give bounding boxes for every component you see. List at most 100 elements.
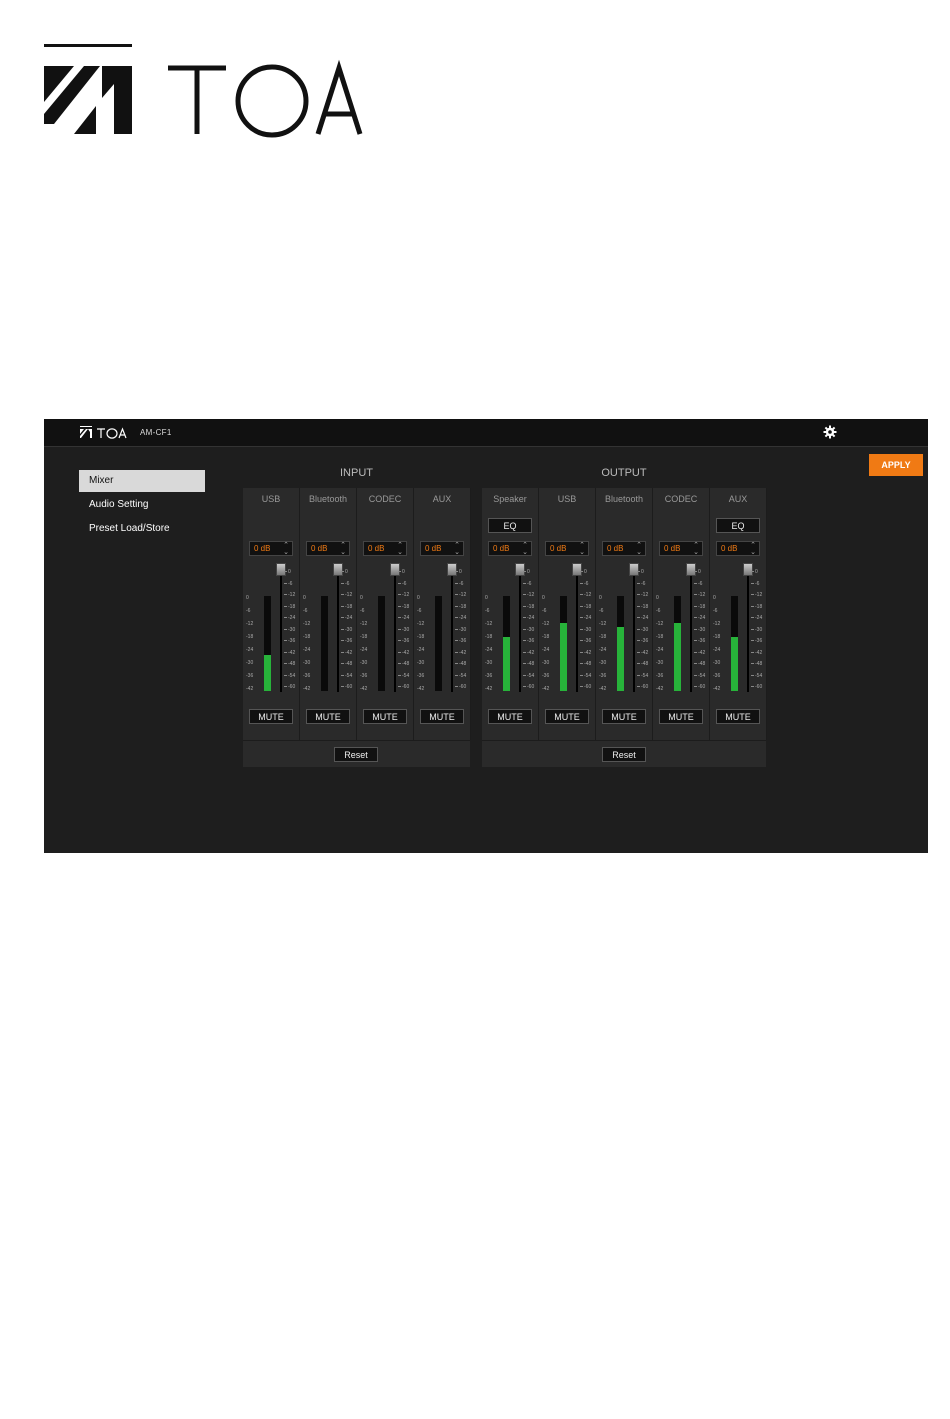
input-aux-mute-button[interactable]: MUTE: [420, 709, 464, 724]
output-speaker-mute-button[interactable]: MUTE: [488, 709, 532, 724]
menu-item-mixer[interactable]: Mixer: [79, 470, 205, 492]
output-aux-channel-strip: AUX EQ 0 dB ⌃ ⌄ 0 -6 -12 -18 -24 -30 -36 -42 0 -6 -12 -1…: [710, 488, 767, 740]
fader-tick-mark: [580, 628, 583, 630]
meter-tick-label: -36: [656, 673, 664, 679]
output-bluetooth-fader-track[interactable]: [633, 564, 635, 692]
output-speaker-eq-button[interactable]: EQ: [488, 518, 532, 533]
stepper-arrows-icon[interactable]: ⌃ ⌄: [750, 542, 756, 556]
output-speaker-fader-track[interactable]: [519, 564, 521, 692]
fader-tick-label: -24: [459, 615, 467, 621]
fader-tick-mark: [284, 674, 287, 676]
fader-tick-label: -24: [698, 615, 706, 621]
fader-tick-label: -18: [345, 603, 353, 610]
gear-icon[interactable]: [823, 425, 837, 439]
output-usb-channel-strip: USB 0 dB ⌃ ⌄ 0 -6 -12 -18 -24 -30 -36 -42 0 -6 -12 -18 -…: [539, 488, 596, 740]
fader-tick-label: -36: [755, 638, 763, 644]
meter-tick-label: 0: [417, 595, 420, 601]
meter-tick-label: -42: [542, 686, 550, 692]
fader-tick-mark: [694, 640, 697, 641]
input-reset-button[interactable]: Reset: [334, 747, 378, 762]
fader-tick-mark: [523, 605, 526, 607]
input-bluetooth-fader-track[interactable]: [337, 564, 339, 692]
output-codec-mute-button[interactable]: MUTE: [659, 709, 703, 724]
fader-tick-label: -48: [288, 661, 296, 667]
fader-tick-mark: [637, 674, 640, 676]
output-codec-fader-track[interactable]: [690, 564, 692, 692]
menu-item-preset-load-store[interactable]: Preset Load/Store: [79, 518, 205, 540]
input-aux-gain-stepper[interactable]: 0 dB ⌃ ⌄: [420, 541, 464, 556]
output-speaker-gain-value: 0 dB: [493, 544, 510, 553]
fader-tick-label: -12: [459, 592, 467, 598]
input-codec-mute-button[interactable]: MUTE: [363, 709, 407, 724]
input-bluetooth-gain-stepper[interactable]: 0 dB ⌃ ⌄: [306, 541, 350, 556]
output-aux-eq-button[interactable]: EQ: [716, 518, 760, 533]
stepper-arrows-icon[interactable]: ⌃ ⌄: [636, 542, 642, 556]
meter-tick-label: -6: [303, 608, 308, 614]
output-usb-fader-track[interactable]: [576, 564, 578, 692]
fader-tick-mark: [580, 582, 583, 584]
stepper-arrows-icon[interactable]: ⌃ ⌄: [579, 542, 585, 556]
fader-tick-mark: [580, 605, 583, 607]
fader-tick-label: -12: [641, 592, 649, 598]
fader-tick-mark: [284, 628, 287, 630]
fader-tick-mark: [398, 617, 401, 618]
input-reset-row: Reset: [243, 740, 470, 768]
output-reset-button[interactable]: Reset: [602, 747, 646, 762]
stepper-arrows-icon[interactable]: ⌃ ⌄: [454, 542, 460, 556]
fader-tick-label: -54: [584, 672, 592, 679]
fader-tick-mark: [580, 674, 583, 676]
fader-tick-mark: [398, 663, 401, 664]
stepper-arrows-icon[interactable]: ⌃ ⌄: [340, 542, 346, 556]
toa-brand-logo: [44, 44, 364, 140]
output-bluetooth-level-fill: [617, 627, 624, 691]
input-usb-gain-stepper[interactable]: 0 dB ⌃ ⌄: [249, 541, 293, 556]
stepper-arrows-icon[interactable]: ⌃ ⌄: [283, 542, 289, 556]
output-aux-mute-button[interactable]: MUTE: [716, 709, 760, 724]
input-aux-gain-value: 0 dB: [425, 544, 442, 553]
output-bluetooth-mute-button[interactable]: MUTE: [602, 709, 646, 724]
fader-tick-mark: [341, 605, 344, 607]
stepper-arrows-icon[interactable]: ⌃ ⌄: [397, 542, 403, 556]
output-usb-mute-button[interactable]: MUTE: [545, 709, 589, 724]
input-codec-gain-stepper[interactable]: 0 dB ⌃ ⌄: [363, 541, 407, 556]
fader-tick-mark: [284, 617, 287, 618]
fader-tick-label: -30: [402, 626, 410, 633]
output-usb-gain-value: 0 dB: [550, 544, 567, 553]
fader-tick-mark: [341, 628, 344, 630]
output-codec-meter-scale: 0 -6 -12 -18 -24 -30 -36 -42: [656, 595, 672, 692]
fader-tick-label: 0: [345, 569, 348, 575]
stepper-arrows-icon[interactable]: ⌃ ⌄: [693, 542, 699, 556]
output-bluetooth-meter-scale: 0 -6 -12 -18 -24 -30 -36 -42: [599, 595, 615, 692]
stepper-arrows-icon[interactable]: ⌃ ⌄: [522, 542, 528, 556]
input-usb-fader-track[interactable]: [280, 564, 282, 692]
input-usb-mute-button[interactable]: MUTE: [249, 709, 293, 724]
fader-tick-label: -54: [402, 672, 410, 679]
output-bluetooth-gain-stepper[interactable]: 0 dB ⌃ ⌄: [602, 541, 646, 556]
output-aux-fader-track[interactable]: [747, 564, 749, 692]
meter-tick-label: -42: [246, 686, 254, 692]
menu-item-audio-setting[interactable]: Audio Setting: [79, 494, 205, 516]
input-bluetooth-mute-button[interactable]: MUTE: [306, 709, 350, 724]
output-aux-level-fill: [731, 637, 738, 691]
apply-button[interactable]: APPLY: [869, 454, 923, 476]
input-codec-meter-scale: 0 -6 -12 -18 -24 -30 -36 -42: [360, 595, 376, 692]
fader-tick-label: -30: [527, 626, 535, 633]
output-codec-gain-stepper[interactable]: 0 dB ⌃ ⌄: [659, 541, 703, 556]
output-speaker-gain-stepper[interactable]: 0 dB ⌃ ⌄: [488, 541, 532, 556]
input-codec-fader-track[interactable]: [394, 564, 396, 692]
fader-tick-mark: [455, 605, 458, 607]
fader-tick-mark: [455, 651, 458, 653]
fader-tick-mark: [580, 640, 583, 641]
fader-tick-label: -12: [402, 592, 410, 598]
output-usb-gain-stepper[interactable]: 0 dB ⌃ ⌄: [545, 541, 589, 556]
meter-tick-label: -6: [542, 608, 547, 614]
output-aux-gain-stepper[interactable]: 0 dB ⌃ ⌄: [716, 541, 760, 556]
input-bluetooth-channel-label: Bluetooth: [308, 494, 348, 504]
input-aux-fader-track[interactable]: [451, 564, 453, 692]
fader-tick-label: -24: [641, 615, 649, 621]
output-speaker-channel-label: Speaker: [493, 494, 527, 504]
output-codec-level-fill: [674, 623, 681, 691]
fader-tick-mark: [341, 663, 344, 664]
output-speaker-meter-scale: 0 -6 -12 -18 -24 -30 -36 -42: [485, 595, 501, 692]
meter-tick-label: -24: [656, 647, 664, 653]
